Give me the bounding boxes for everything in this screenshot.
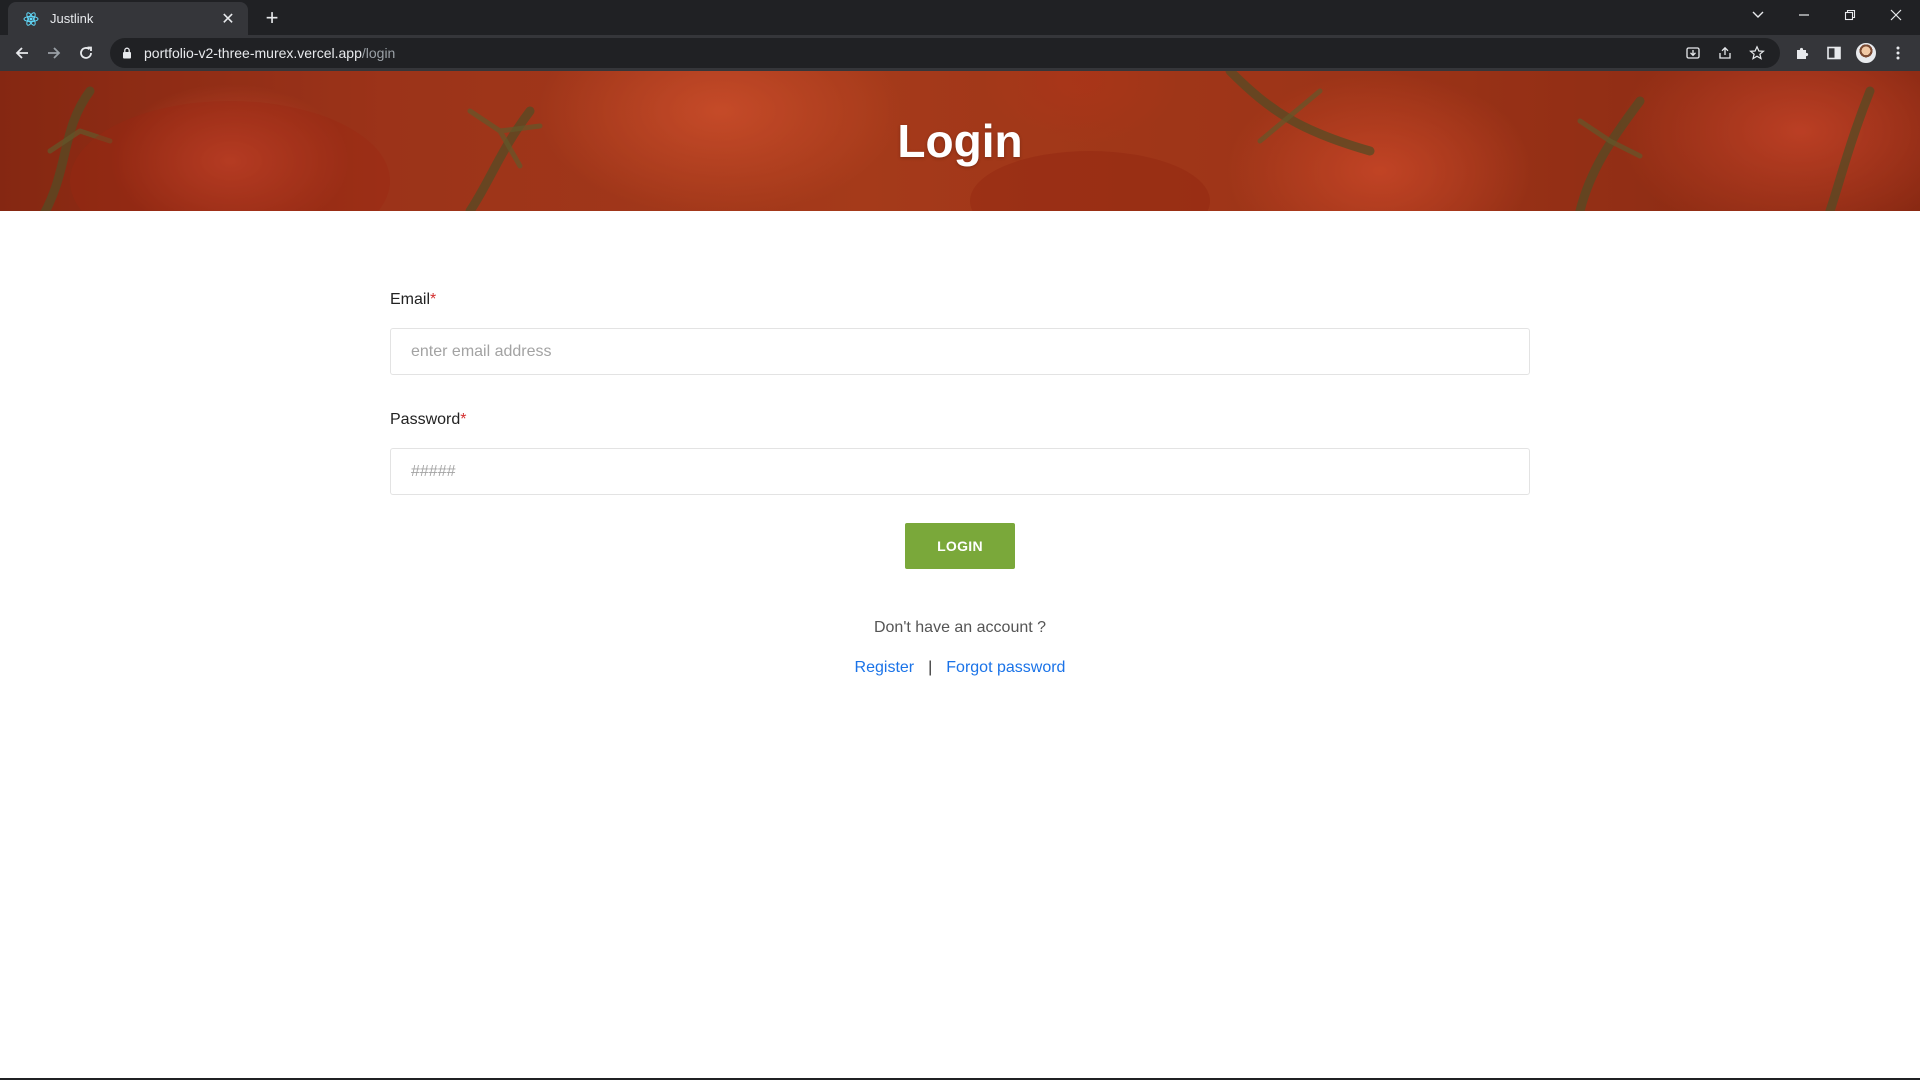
url-path: /login (361, 45, 396, 61)
address-bar[interactable]: portfolio-v2-three-murex.vercel.app/logi… (110, 38, 1780, 68)
share-icon[interactable] (1714, 42, 1736, 64)
link-separator: | (928, 659, 933, 676)
extensions-puzzle-icon[interactable] (1790, 41, 1814, 65)
password-input[interactable] (390, 448, 1530, 495)
url-host: portfolio-v2-three-murex.vercel.app (144, 45, 362, 61)
password-required-mark: * (460, 411, 467, 428)
account-links: Register | Forgot password (0, 659, 1920, 677)
password-label: Password* (390, 410, 1530, 430)
back-arrow-icon[interactable] (8, 39, 36, 67)
email-input[interactable] (390, 328, 1530, 375)
email-label-text: Email (390, 291, 431, 308)
kebab-menu-icon[interactable] (1886, 41, 1910, 65)
reload-icon[interactable] (72, 39, 100, 67)
forgot-password-link[interactable]: Forgot password (946, 659, 1065, 676)
forward-arrow-icon[interactable] (40, 39, 68, 67)
browser-tabstrip: Justlink ✕ + (0, 0, 1920, 35)
hero-banner: Login (0, 71, 1920, 211)
tab-search-icon[interactable] (1736, 0, 1780, 30)
profile-avatar[interactable] (1854, 41, 1878, 65)
bookmark-star-icon[interactable] (1746, 42, 1768, 64)
side-panel-icon[interactable] (1822, 41, 1846, 65)
install-app-icon[interactable] (1682, 42, 1704, 64)
tab-title: Justlink (50, 11, 94, 26)
page-title: Login (897, 115, 1023, 167)
browser-toolbar: portfolio-v2-three-murex.vercel.app/logi… (0, 35, 1920, 71)
react-icon (22, 10, 40, 28)
browser-tab[interactable]: Justlink ✕ (8, 2, 248, 35)
password-label-text: Password (390, 411, 461, 428)
minimize-icon[interactable] (1782, 0, 1826, 30)
login-form: Email* Password* (390, 290, 1530, 495)
close-window-icon[interactable] (1874, 0, 1918, 30)
restore-icon[interactable] (1828, 0, 1872, 30)
email-label: Email* (390, 290, 1530, 310)
lock-icon[interactable] (122, 47, 132, 59)
email-required-mark: * (430, 291, 437, 308)
register-link[interactable]: Register (855, 659, 915, 676)
no-account-prompt: Don't have an account ? (873, 619, 1047, 636)
login-button[interactable]: LOGIN (905, 523, 1015, 569)
new-tab-button[interactable]: + (258, 4, 286, 32)
tab-close-icon[interactable]: ✕ (218, 9, 238, 29)
avatar (1856, 43, 1876, 63)
